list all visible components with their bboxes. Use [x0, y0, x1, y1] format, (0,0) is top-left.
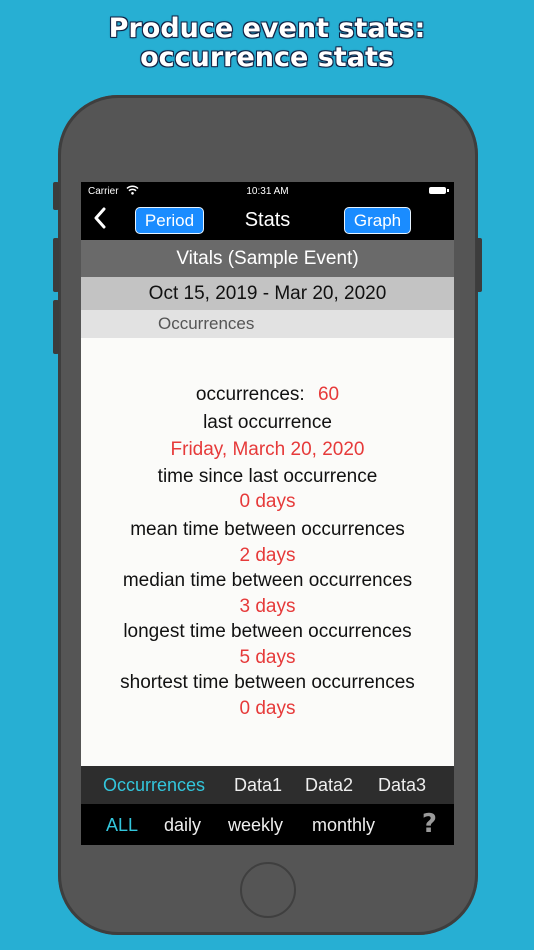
time-since-value: 0 days [239, 491, 296, 512]
question-mark-icon[interactable]: ? [422, 809, 437, 839]
battery-icon [429, 187, 449, 194]
mean-time-label: mean time between occurrences [130, 519, 405, 540]
tab-data2[interactable]: Data2 [305, 775, 353, 796]
date-range-bar: Oct 15, 2019 - Mar 20, 2020 [81, 277, 454, 310]
occurrences-row: occurrences: 60 [81, 383, 454, 407]
graph-button[interactable]: Graph [344, 207, 411, 234]
occurrences-label: occurrences: [195, 384, 305, 405]
mute-switch [53, 182, 59, 210]
period-all[interactable]: ALL [106, 815, 138, 836]
tab-data1[interactable]: Data1 [234, 775, 282, 796]
data-tab-bar: Occurrences Data1 Data2 Data3 [81, 766, 454, 804]
stats-panel: occurrences: 60 last occurrence Friday, … [81, 338, 454, 766]
status-bar: Carrier 10:31 AM [81, 182, 454, 200]
app-screen: Carrier 10:31 AM Period Stats Graph Vita… [81, 182, 454, 845]
last-occurrence-value: Friday, March 20, 2020 [170, 439, 365, 460]
tab-data3[interactable]: Data3 [378, 775, 426, 796]
volume-up-button [53, 238, 59, 292]
occurrences-value: 60 [317, 384, 340, 405]
headline-line-1: Produce event stats: [108, 13, 426, 44]
event-name-bar: Vitals (Sample Event) [81, 240, 454, 277]
median-time-label: median time between occurrences [122, 570, 413, 591]
power-button [476, 238, 482, 292]
status-time: 10:31 AM [246, 186, 289, 197]
period-monthly[interactable]: monthly [312, 815, 375, 836]
nav-bar: Period Stats Graph [81, 200, 454, 240]
section-header: Occurrences [81, 310, 454, 338]
longest-time-value: 5 days [239, 647, 296, 668]
longest-time-label: longest time between occurrences [123, 621, 412, 642]
last-occurrence-label: last occurrence [203, 412, 332, 433]
shortest-time-label: shortest time between occurrences [120, 672, 415, 693]
median-time-value: 3 days [239, 596, 296, 617]
headline-line-2: occurrence stats [140, 42, 394, 73]
volume-down-button [53, 300, 59, 354]
period-daily[interactable]: daily [164, 815, 201, 836]
section-title: Occurrences [158, 314, 255, 333]
mean-time-value: 2 days [239, 545, 296, 566]
home-button [240, 862, 296, 918]
time-since-label: time since last occurrence [157, 466, 378, 487]
period-weekly[interactable]: weekly [228, 815, 283, 836]
shortest-time-value: 0 days [239, 698, 296, 719]
period-tab-bar: ALL daily weekly monthly ? [81, 804, 454, 845]
promo-headline: Produce event stats: occurrence stats [0, 14, 534, 72]
tab-occurrences[interactable]: Occurrences [103, 775, 205, 796]
